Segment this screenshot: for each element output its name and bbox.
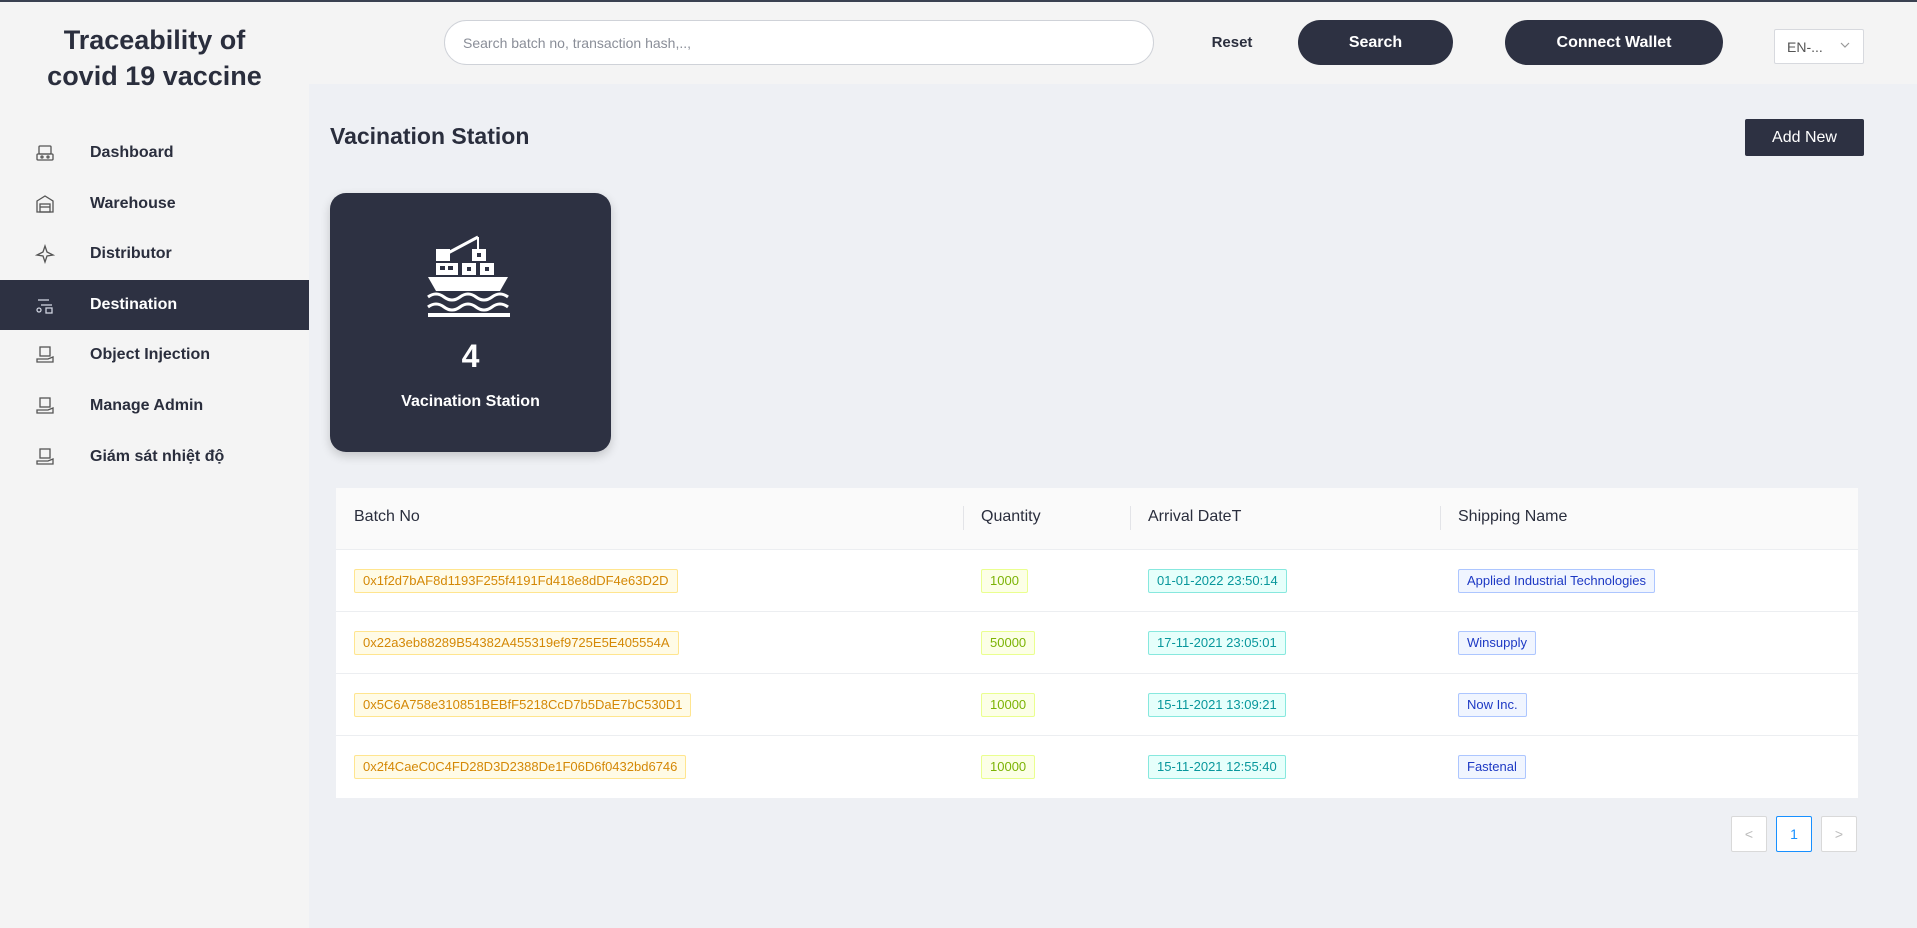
shipping-name-tag: Winsupply	[1458, 631, 1536, 655]
sidebar-item-label: Distributor	[90, 245, 172, 263]
sidebar-item-label: Warehouse	[90, 194, 176, 212]
sidebar-item-manage-admin[interactable]: Manage Admin	[0, 381, 309, 431]
pagination-page-number: 1	[1790, 826, 1798, 842]
stat-card[interactable]: 4 Vacination Station	[330, 193, 611, 452]
table-row[interactable]: 0x5C6A758e310851BEBfF5218CcD7b5DaE7bC530…	[336, 674, 1858, 736]
search-button[interactable]: Search	[1298, 20, 1453, 65]
language-value: EN-...	[1787, 38, 1823, 55]
column-divider	[963, 506, 964, 530]
sidebar-item-temperature-monitor[interactable]: Giám sát nhiệt độ	[0, 432, 309, 482]
connect-wallet-button[interactable]: Connect Wallet	[1505, 20, 1723, 65]
shipping-name-tag: Fastenal	[1458, 755, 1526, 779]
column-divider	[1130, 506, 1131, 530]
quantity-tag: 1000	[981, 569, 1028, 593]
app-title[interactable]: Traceability of covid 19 vaccine	[0, 22, 309, 94]
batch-no-tag[interactable]: 0x2f4CaeC0C4FD28D3D2388De1F06D6f0432bd67…	[354, 755, 687, 779]
app-title-line2: covid 19 vaccine	[47, 61, 262, 91]
sidebar-item-dashboard[interactable]: Dashboard	[0, 128, 309, 178]
sidebar-item-warehouse[interactable]: Warehouse	[0, 179, 309, 229]
sidebar-item-label: Manage Admin	[90, 396, 204, 414]
language-select[interactable]: EN-...	[1774, 29, 1864, 64]
column-header-shipping-name: Shipping Name	[1458, 508, 1568, 525]
table-row[interactable]: 0x2f4CaeC0C4FD28D3D2388De1F06D6f0432bd67…	[336, 736, 1858, 798]
sidebar-item-label: Giám sát nhiệt độ	[90, 447, 225, 465]
shipping-name-tag: Now Inc.	[1458, 693, 1527, 717]
object-injection-icon	[34, 344, 56, 366]
table-row[interactable]: 0x1f2d7bAF8d1193F255f4191Fd418e8dDF4e63D…	[336, 550, 1858, 612]
chevron-left-icon: <	[1744, 826, 1754, 842]
distributor-icon	[34, 243, 56, 265]
sidebar-item-object-injection[interactable]: Object Injection	[0, 330, 309, 380]
sidebar-nav: Dashboard Warehouse Distributor Destinat…	[0, 128, 309, 482]
warehouse-icon	[34, 193, 56, 215]
arrival-date-tag: 15-11-2021 12:55:40	[1148, 755, 1286, 779]
temperature-monitor-icon	[34, 446, 56, 468]
sidebar-item-distributor[interactable]: Distributor	[0, 229, 309, 279]
add-new-button[interactable]: Add New	[1745, 119, 1864, 156]
sidebar-item-destination[interactable]: Destination	[0, 279, 309, 330]
chevron-down-icon	[1839, 38, 1851, 54]
pagination-prev-button[interactable]: <	[1731, 816, 1767, 852]
chevron-right-icon: >	[1834, 826, 1844, 842]
reset-button[interactable]: Reset	[1197, 20, 1267, 65]
cargo-ship-icon	[427, 235, 510, 317]
page-title: Vacination Station	[330, 123, 530, 149]
batch-no-tag[interactable]: 0x22a3eb88289B54382A455319ef9725E5E40555…	[354, 631, 679, 655]
manage-admin-icon	[34, 395, 56, 417]
stat-caption: Vacination Station	[401, 393, 540, 410]
quantity-tag: 50000	[981, 631, 1036, 655]
batch-no-tag[interactable]: 0x5C6A758e310851BEBfF5218CcD7b5DaE7bC530…	[354, 693, 692, 717]
column-divider	[1440, 506, 1441, 530]
arrival-date-tag: 15-11-2021 13:09:21	[1148, 693, 1286, 717]
stat-value: 4	[461, 338, 480, 374]
pagination-next-button[interactable]: >	[1821, 816, 1857, 852]
pagination-page-button[interactable]: 1	[1776, 816, 1812, 852]
quantity-tag: 10000	[981, 755, 1036, 779]
shipping-name-tag: Applied Industrial Technologies	[1458, 569, 1655, 593]
quantity-tag: 10000	[981, 693, 1036, 717]
sidebar-item-label: Dashboard	[90, 144, 174, 161]
column-header-quantity: Quantity	[981, 508, 1041, 525]
table-row[interactable]: 0x22a3eb88289B54382A455319ef9725E5E40555…	[336, 612, 1858, 674]
column-header-arrival-date: Arrival DateT	[1148, 508, 1242, 525]
batch-table: Batch No Quantity Arrival DateT Shipping…	[336, 488, 1858, 798]
sidebar-item-label: Destination	[90, 295, 178, 313]
top-header: Reset Search Connect Wallet EN-...	[309, 2, 1917, 84]
dashboard-icon	[34, 142, 56, 164]
arrival-date-tag: 17-11-2021 23:05:01	[1148, 631, 1286, 655]
column-header-batch-no: Batch No	[354, 508, 420, 525]
sidebar-item-label: Object Injection	[90, 346, 211, 364]
app-title-line1: Traceability of	[63, 25, 246, 55]
batch-no-tag[interactable]: 0x1f2d7bAF8d1193F255f4191Fd418e8dDF4e63D…	[354, 569, 678, 593]
arrival-date-tag: 01-01-2022 23:50:14	[1148, 569, 1287, 593]
table-header: Batch No Quantity Arrival DateT Shipping…	[336, 488, 1858, 550]
destination-icon	[34, 294, 56, 316]
sidebar: Traceability of covid 19 vaccine Dashboa…	[0, 2, 309, 928]
search-input[interactable]	[444, 20, 1154, 65]
